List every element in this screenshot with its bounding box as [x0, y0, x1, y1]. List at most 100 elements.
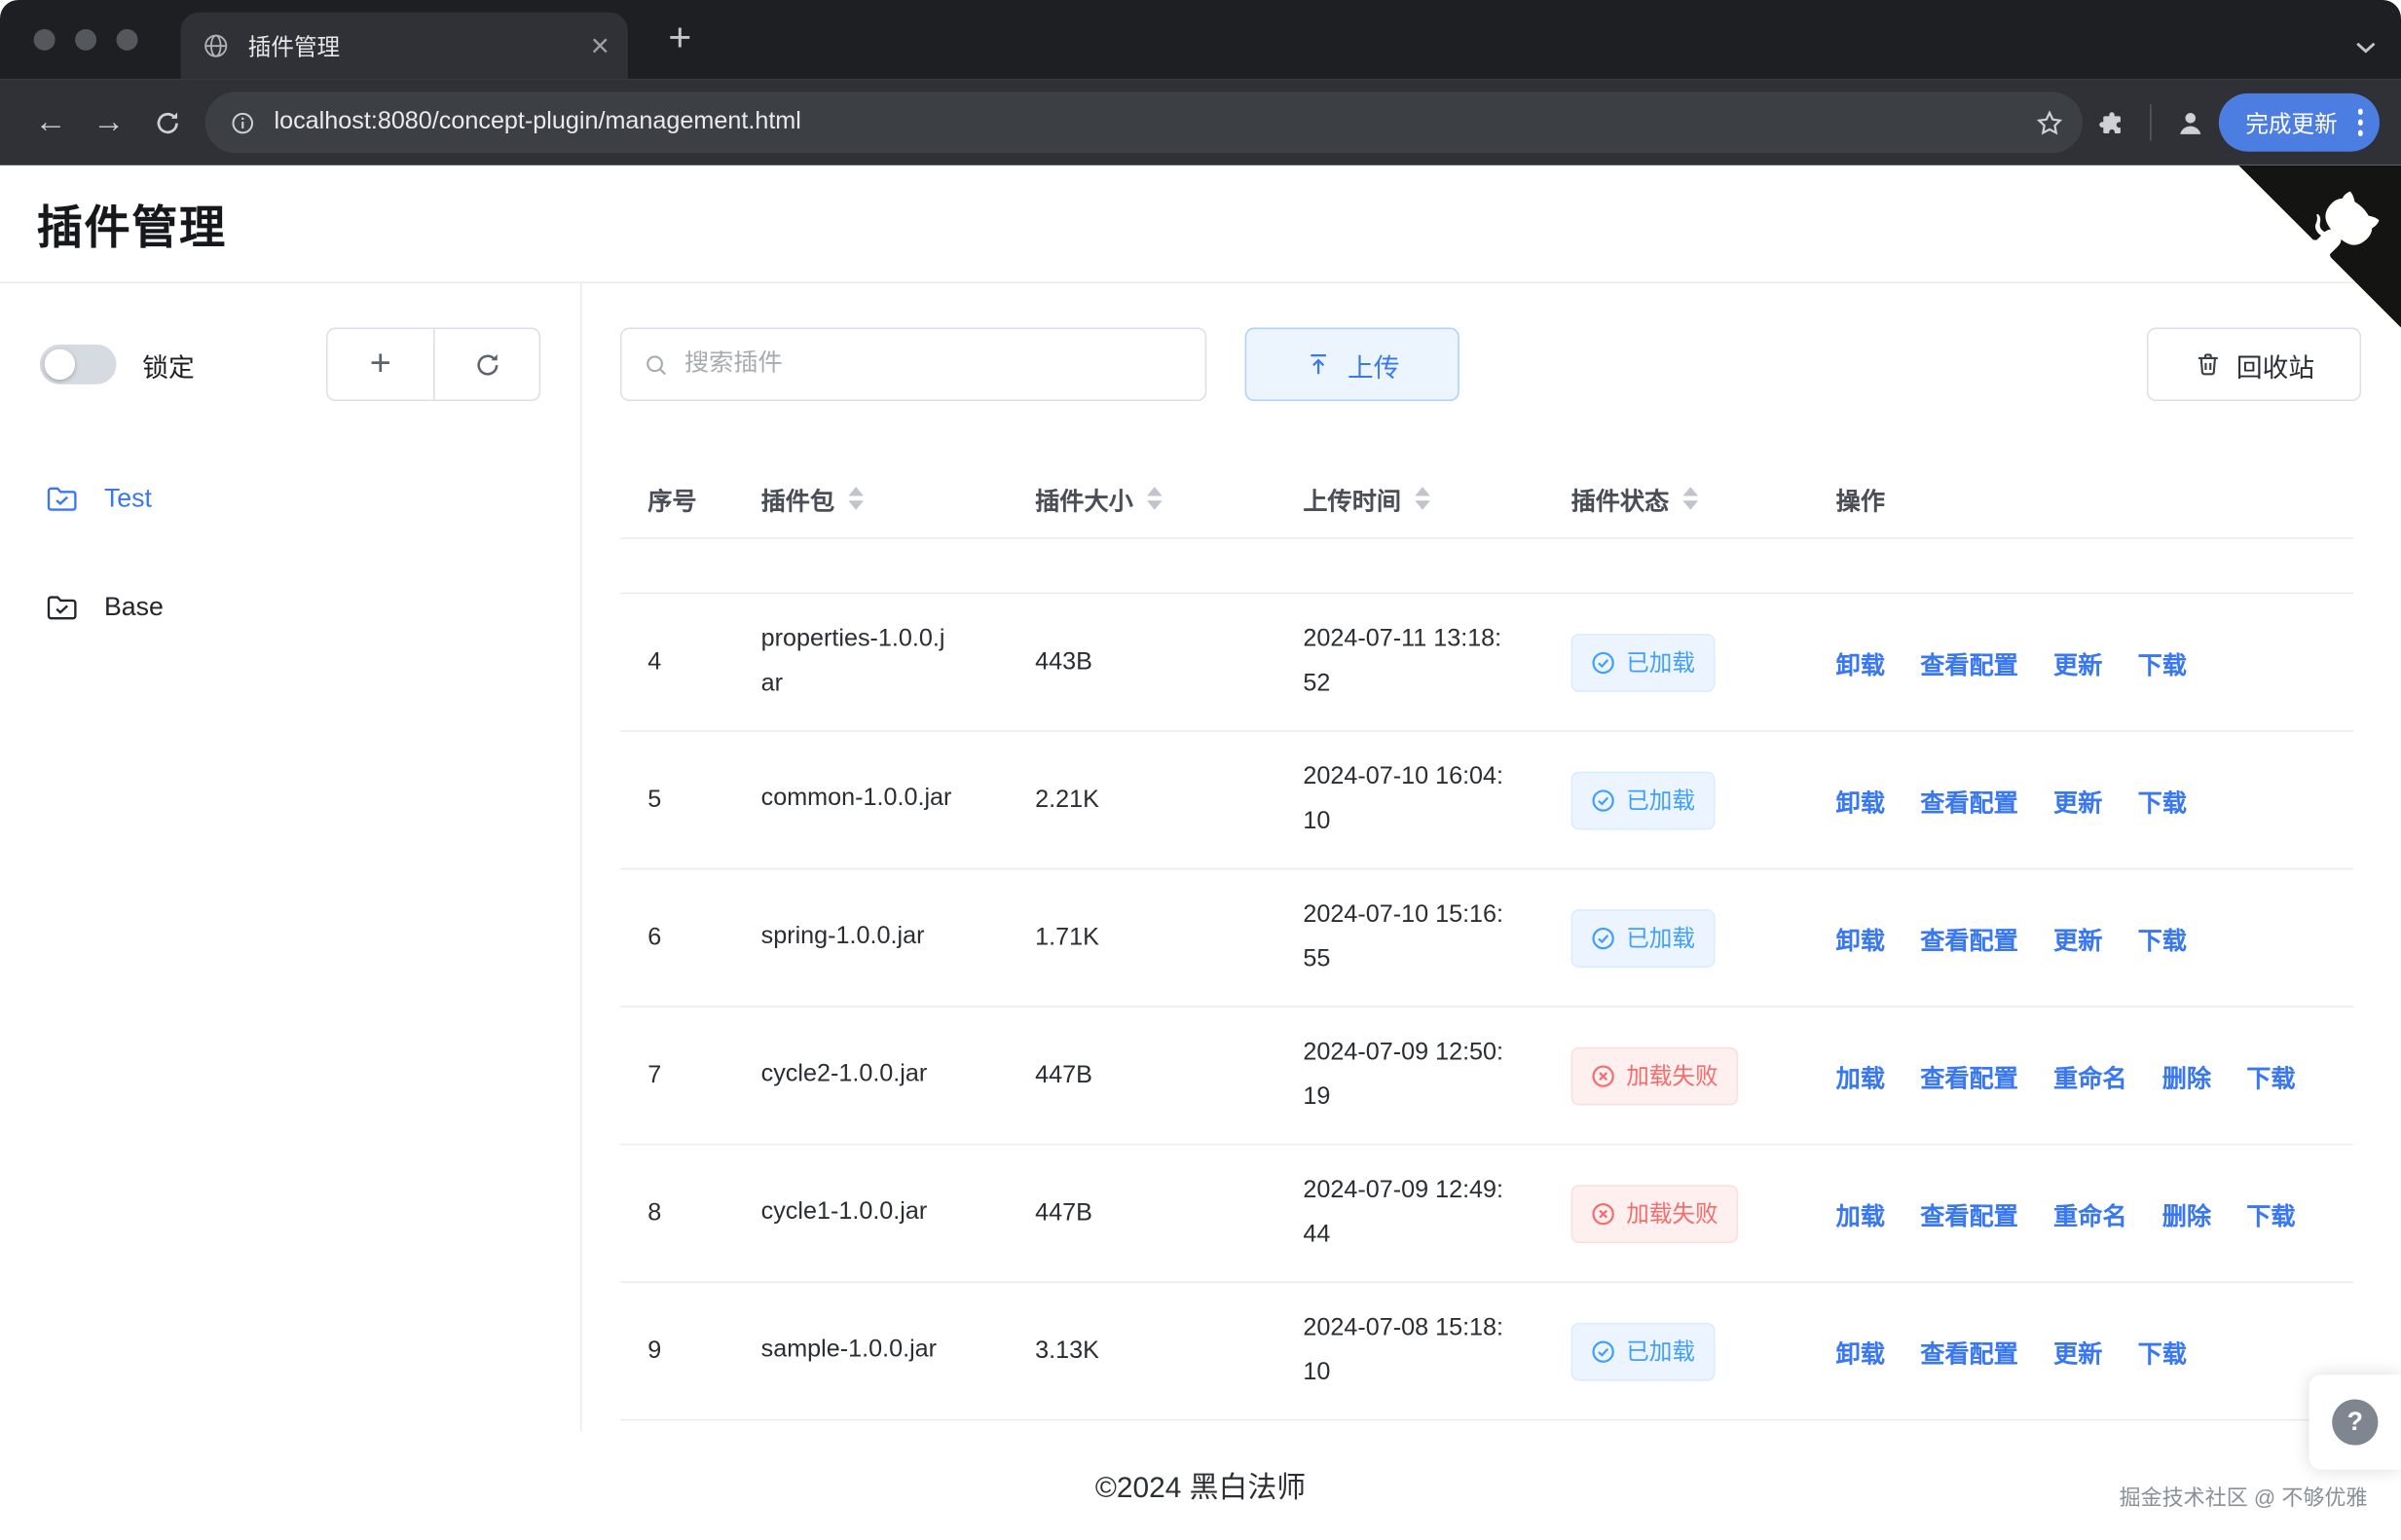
add-group-button[interactable]: + [328, 329, 434, 399]
tab-strip: 插件管理 × + [0, 0, 2401, 80]
close-circle-icon [1591, 1063, 1615, 1087]
refresh-icon [472, 349, 501, 379]
sidebar-tree-item-base[interactable]: Base [0, 571, 580, 644]
cell-plugin-size: 447B [1035, 1062, 1303, 1089]
row-action-link[interactable]: 下载 [2246, 1057, 2295, 1094]
row-action-link[interactable]: 下载 [2138, 919, 2187, 956]
row-action-link[interactable]: 查看配置 [1920, 782, 2018, 819]
search-box [620, 328, 1206, 401]
row-action-link[interactable]: 删除 [2162, 1194, 2211, 1231]
row-action-link[interactable]: 更新 [2053, 782, 2102, 819]
column-header[interactable]: 插件包 [761, 480, 1036, 517]
puzzle-icon [2098, 108, 2127, 137]
row-action-link[interactable]: 重命名 [2053, 1057, 2127, 1094]
row-action-link[interactable]: 下载 [2138, 643, 2187, 680]
window-close-button[interactable] [34, 29, 55, 51]
forward-button[interactable]: → [80, 93, 138, 152]
cell-actions: 卸载查看配置更新下载 [1836, 782, 2354, 819]
upload-button[interactable]: 上传 [1245, 328, 1459, 401]
sort-caret-icon[interactable] [848, 487, 864, 510]
window-maximize-button[interactable] [117, 29, 138, 51]
column-header-label: 上传时间 [1303, 480, 1401, 517]
page-content: 插件管理 锁定 + [0, 165, 2401, 1540]
toolbar-right: 完成更新 [2098, 93, 2380, 152]
cell-index: 5 [620, 787, 761, 814]
cell-status: 加载失败 [1571, 1184, 1836, 1242]
controls-row: 上传 回收站 [620, 328, 2401, 401]
lock-row: 锁定 + [40, 328, 540, 401]
cell-upload-time: 2024-07-11 13:18:52 [1303, 618, 1570, 707]
cell-plugin-size: 1.71K [1035, 924, 1303, 951]
status-badge-label: 加载失败 [1626, 1197, 1718, 1229]
lock-toggle[interactable] [40, 345, 117, 385]
cell-status: 已加载 [1571, 771, 1836, 829]
row-action-link[interactable]: 卸载 [1836, 782, 1885, 819]
cell-upload-time: 2024-07-09 12:50:19 [1303, 1032, 1570, 1120]
row-action-link[interactable]: 卸载 [1836, 1333, 1885, 1370]
sort-caret-icon[interactable] [1682, 487, 1698, 510]
sort-caret-icon[interactable] [1147, 487, 1163, 510]
extensions-button[interactable] [2098, 108, 2127, 137]
cell-upload-time: 2024-07-10 15:16:55 [1303, 894, 1570, 982]
row-action-link[interactable]: 更新 [2053, 919, 2102, 956]
row-action-link[interactable]: 下载 [2246, 1194, 2295, 1231]
trash-icon [2194, 350, 2221, 378]
cell-actions: 加载查看配置重命名删除下载 [1836, 1057, 2354, 1094]
help-button[interactable]: ? [2332, 1399, 2378, 1445]
row-action-link[interactable]: 下载 [2138, 1333, 2187, 1370]
plugin-table-header: 序号插件包插件大小上传时间插件状态操作 [620, 459, 2353, 539]
cell-upload-time: 2024-07-10 16:04:10 [1303, 755, 1570, 844]
row-action-link[interactable]: 更新 [2053, 1333, 2102, 1370]
row-action-link[interactable]: 查看配置 [1920, 643, 2018, 680]
window-minimize-button[interactable] [75, 29, 96, 51]
browser-tab[interactable]: 插件管理 × [181, 13, 628, 80]
bookmark-star-button[interactable] [2036, 108, 2065, 137]
row-action-link[interactable]: 下载 [2138, 782, 2187, 819]
row-action-link[interactable]: 更新 [2053, 643, 2102, 680]
row-action-link[interactable]: 加载 [1836, 1194, 1885, 1231]
column-header-label: 序号 [647, 480, 696, 517]
back-button[interactable]: ← [21, 93, 80, 152]
cell-plugin-name: cycle1-1.0.0.jar [761, 1192, 1036, 1235]
github-corner-link[interactable] [2238, 165, 2401, 328]
row-action-link[interactable]: 查看配置 [1920, 1333, 2018, 1370]
row-action-link[interactable]: 重命名 [2053, 1194, 2127, 1231]
column-header[interactable]: 插件大小 [1035, 480, 1303, 517]
row-action-link[interactable]: 卸载 [1836, 919, 1885, 956]
row-action-link[interactable]: 查看配置 [1920, 919, 2018, 956]
sort-caret-icon[interactable] [1415, 487, 1430, 510]
search-input[interactable] [684, 350, 1184, 378]
lock-label: 锁定 [142, 346, 194, 384]
tab-overflow-button[interactable] [2355, 34, 2377, 61]
column-header[interactable]: 插件状态 [1571, 480, 1836, 517]
site-info-icon[interactable] [230, 109, 256, 135]
cell-status: 已加载 [1571, 633, 1836, 691]
cell-actions: 卸载查看配置更新下载 [1836, 643, 2354, 680]
row-action-link[interactable]: 加载 [1836, 1057, 1885, 1094]
column-header[interactable]: 上传时间 [1303, 480, 1570, 517]
cell-status: 加载失败 [1571, 1046, 1836, 1105]
refresh-button[interactable] [433, 329, 539, 399]
update-button[interactable]: 完成更新 [2220, 93, 2380, 152]
row-action-link[interactable]: 卸载 [1836, 643, 1885, 680]
cell-index: 4 [620, 648, 761, 676]
sidebar-tree-item-test[interactable]: Test [0, 462, 580, 535]
cell-index: 9 [620, 1338, 761, 1365]
address-bar[interactable]: localhost:8080/concept-plugin/management… [205, 92, 2084, 153]
profile-button[interactable] [2175, 106, 2207, 138]
row-action-link[interactable]: 查看配置 [1920, 1057, 2018, 1094]
search-icon [644, 351, 670, 378]
globe-favicon-icon [203, 32, 230, 59]
close-circle-icon [1591, 1201, 1615, 1226]
menu-kebab-icon[interactable] [2357, 109, 2363, 136]
recycle-bin-button[interactable]: 回收站 [2147, 328, 2361, 401]
check-circle-icon [1591, 926, 1615, 950]
row-action-link[interactable]: 查看配置 [1920, 1194, 2018, 1231]
plugin-table: 序号插件包插件大小上传时间插件状态操作 4properties-1.0.0.ja… [620, 459, 2353, 1421]
row-action-link[interactable]: 删除 [2162, 1057, 2211, 1094]
star-icon [2036, 108, 2065, 137]
reload-button[interactable] [138, 93, 197, 152]
status-badge-label: 已加载 [1626, 922, 1695, 954]
new-tab-button[interactable]: + [658, 16, 701, 58]
tab-close-icon[interactable]: × [591, 30, 609, 62]
